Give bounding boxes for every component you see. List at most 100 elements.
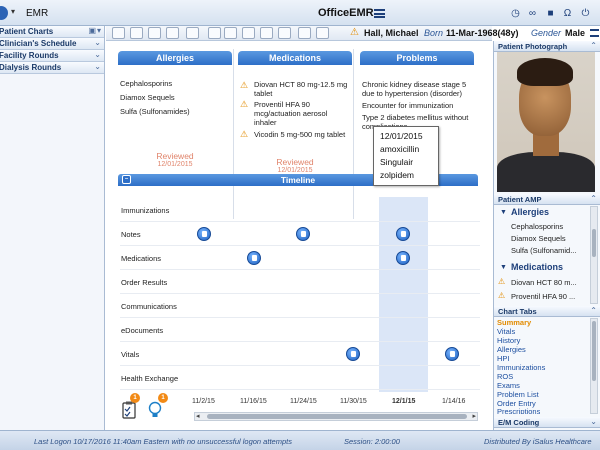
tab-ros[interactable]: ROS	[497, 372, 513, 381]
tab-problem-list[interactable]: Problem List	[497, 390, 539, 399]
double-chevron-down-icon[interactable]: ⌄	[94, 38, 101, 47]
allergy-item[interactable]: Cephalosporins	[120, 79, 232, 88]
tab-hpi[interactable]: HPI	[497, 354, 510, 363]
timeline-date[interactable]: 1/14/16	[442, 398, 465, 405]
medication-marker-icon[interactable]	[396, 251, 410, 265]
chevron-down-icon[interactable]: ▾	[97, 26, 101, 35]
scroll-right-icon[interactable]: ▸	[472, 412, 476, 420]
vitals-marker-icon[interactable]	[445, 347, 459, 361]
timeline-date[interactable]: 11/16/15	[240, 398, 267, 405]
tab-history[interactable]: History	[497, 336, 520, 345]
amp-allergy-item[interactable]: Sulfa (Sulfonamid...	[511, 246, 576, 255]
alert-lightbulb-icon[interactable]	[148, 401, 164, 419]
patient-menu-icon[interactable]	[590, 29, 599, 37]
note-marker-icon[interactable]	[396, 227, 410, 241]
patient-photo-header[interactable]: Patient Photograph ⌃	[494, 41, 600, 52]
problem-item[interactable]: Chronic kidney disease stage 5 due to hy…	[362, 80, 476, 98]
scrollbar-thumb[interactable]	[207, 414, 467, 419]
allergy-item[interactable]: Sulfa (Sulfonamides)	[120, 107, 232, 116]
app-logo-icon[interactable]	[0, 6, 8, 20]
amp-medications-title[interactable]: Medications	[511, 262, 563, 272]
note-marker-icon[interactable]	[197, 227, 211, 241]
patient-amp-header[interactable]: Patient AMP ⌃	[494, 194, 600, 205]
allergies-reviewed-label[interactable]: Reviewed	[116, 151, 234, 161]
amp-allergy-item[interactable]: Cephalosporins	[511, 222, 563, 231]
copy-icon[interactable]	[208, 27, 221, 39]
timeline-date[interactable]: 11/30/15	[340, 398, 367, 405]
patient-name[interactable]: Hall, Michael	[364, 28, 419, 38]
tab-immunizations[interactable]: Immunizations	[497, 363, 545, 372]
timeline-date-selected[interactable]: 12/1/15	[392, 398, 415, 405]
medication-item[interactable]: Diovan HCT 80 mg-12.5 mg tablet	[254, 80, 350, 98]
history-icon[interactable]	[242, 27, 255, 39]
sidebar-panel-icon[interactable]: ▣	[88, 26, 96, 35]
edit-icon[interactable]	[186, 27, 199, 39]
bookmark-icon[interactable]	[166, 27, 179, 39]
scroll-left-icon[interactable]: ◂	[196, 412, 200, 420]
timeline-row-label: Health Exchange	[121, 374, 179, 383]
timeline-date[interactable]: 11/24/15	[290, 398, 317, 405]
problem-item[interactable]: Encounter for immunization	[362, 101, 476, 110]
sidebar-item-facility-rounds[interactable]: Facility Rounds ⌄	[0, 50, 104, 62]
medications-card-title[interactable]: Medications	[238, 51, 352, 65]
amp-allergy-item[interactable]: Diamox Sequels	[511, 234, 566, 243]
expand-arrow-icon[interactable]: ▼	[500, 209, 507, 216]
medications-reviewed-date: 12/01/2015	[277, 167, 313, 174]
vitals-marker-icon[interactable]	[346, 347, 360, 361]
gender-label: Gender	[531, 28, 562, 38]
window-icon[interactable]	[316, 27, 329, 39]
tab-summary[interactable]: Summary	[497, 318, 531, 327]
sidebar-item-clinicians-schedule[interactable]: Clinician's Schedule ⌄	[0, 38, 104, 50]
double-chevron-down-icon[interactable]: ⌄	[94, 50, 101, 59]
problems-card-title[interactable]: Problems	[360, 51, 474, 65]
new-document-icon[interactable]	[112, 27, 125, 39]
allergies-card-title[interactable]: Allergies	[118, 51, 232, 65]
timeline-scrollbar[interactable]: ◂ ▸	[194, 412, 478, 421]
amp-medication-item[interactable]: Proventil HFA 90 ...	[511, 292, 575, 301]
expand-arrow-icon[interactable]: ▼	[500, 264, 507, 271]
scrollbar-thumb[interactable]	[592, 321, 596, 381]
double-chevron-up-icon[interactable]: ⌃	[590, 306, 597, 315]
double-chevron-up-icon[interactable]: ⌃	[590, 41, 597, 50]
sidebar-item-dialysis-rounds[interactable]: Dialysis Rounds ⌄	[0, 62, 104, 74]
warning-icon[interactable]: ⚠	[350, 27, 359, 38]
scrollbar-thumb[interactable]	[592, 229, 596, 257]
power-icon[interactable]: ⏻	[580, 8, 591, 19]
clock-icon[interactable]: ◷	[510, 8, 521, 19]
double-chevron-down-icon[interactable]: ⌄	[94, 62, 101, 71]
collapse-icon[interactable]: –	[122, 175, 131, 184]
chart-tabs-header[interactable]: Chart Tabs ⌃	[494, 306, 600, 317]
allergy-item[interactable]: Diamox Sequels	[120, 93, 232, 102]
tasks-clipboard-icon[interactable]	[122, 401, 138, 419]
note-marker-icon[interactable]	[296, 227, 310, 241]
save-icon[interactable]	[148, 27, 161, 39]
tab-exams[interactable]: Exams	[497, 381, 520, 390]
calendar-icon[interactable]	[260, 27, 273, 39]
binoculars-icon[interactable]: ∞	[527, 8, 538, 19]
timeline-date[interactable]: 11/2/15	[192, 398, 215, 405]
tab-vitals[interactable]: Vitals	[497, 327, 515, 336]
medications-reviewed-label[interactable]: Reviewed	[236, 157, 354, 167]
tab-prescriptions[interactable]: Prescriptions	[497, 407, 540, 414]
amp-medication-item[interactable]: Diovan HCT 80 m...	[511, 278, 577, 287]
tab-allergies[interactable]: Allergies	[497, 345, 526, 354]
medication-item[interactable]: Vicodin 5 mg-500 mg tablet	[254, 130, 350, 139]
em-coding-header[interactable]: E/M Coding ⌄	[494, 417, 600, 428]
hamburger-menu-icon[interactable]	[374, 9, 385, 18]
video-icon[interactable]: ■	[545, 8, 556, 19]
flag-icon[interactable]	[298, 27, 311, 39]
double-chevron-up-icon[interactable]: ⌃	[590, 194, 597, 203]
double-chevron-down-icon[interactable]: ⌄	[590, 417, 597, 426]
medication-item[interactable]: Proventil HFA 90 mcg/actuation aerosol i…	[254, 100, 344, 127]
print-icon[interactable]	[130, 27, 143, 39]
medication-marker-icon[interactable]	[247, 251, 261, 265]
export-icon[interactable]	[224, 27, 237, 39]
app-menu-caret-icon[interactable]: ▾	[11, 7, 15, 16]
amp-scrollbar[interactable]	[590, 206, 598, 304]
chart-tabs-scrollbar[interactable]	[590, 318, 598, 414]
sidebar-item-patient-charts[interactable]: Patient Charts ▣ ▾	[0, 26, 104, 38]
headset-icon[interactable]: Ω	[562, 8, 573, 19]
panel-header-label: Patient AMP	[498, 195, 542, 204]
message-icon[interactable]	[278, 27, 291, 39]
amp-allergies-title[interactable]: Allergies	[511, 207, 549, 217]
